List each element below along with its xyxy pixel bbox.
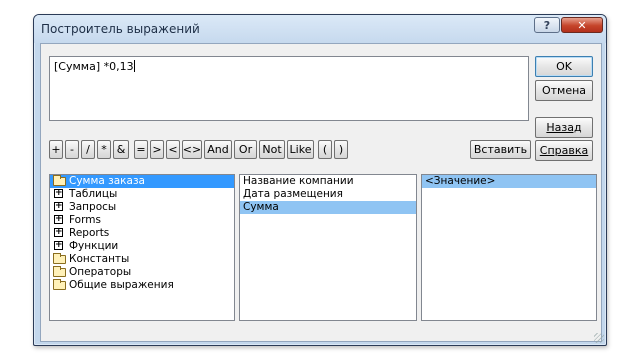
- expand-plus-icon[interactable]: +: [54, 241, 63, 250]
- expand-plus-icon[interactable]: +: [54, 189, 63, 198]
- operator-close-paren-button[interactable]: ): [334, 140, 348, 159]
- tree-item-reports[interactable]: + Reports: [50, 227, 234, 240]
- operator-multiply-button[interactable]: *: [97, 140, 111, 159]
- open-folder-icon: [53, 175, 66, 186]
- tree-item-tables[interactable]: + Таблицы: [50, 188, 234, 201]
- folder-icon: [53, 266, 66, 277]
- resize-grip[interactable]: [594, 333, 604, 343]
- expand-plus-icon[interactable]: +: [54, 215, 63, 224]
- operator-like-button[interactable]: Like: [287, 140, 314, 159]
- tree-item-label: Общие выражения: [69, 279, 174, 291]
- tree-item-label: Reports: [69, 227, 110, 239]
- ok-button[interactable]: OK: [535, 56, 593, 77]
- operator-divide-button[interactable]: /: [81, 140, 95, 159]
- fields-list[interactable]: Название компании Дата размещения Сумма: [239, 174, 417, 321]
- tree-item-label: Константы: [69, 253, 130, 265]
- paste-button[interactable]: Вставить: [470, 140, 531, 159]
- title-help-button[interactable]: ?: [534, 17, 560, 33]
- expression-builder-window: Построитель выражений ? ✕ [Сумма] *0,13 …: [33, 14, 607, 346]
- operator-minus-button[interactable]: -: [65, 140, 79, 159]
- folder-icon: [53, 253, 66, 264]
- list-item[interactable]: Сумма: [240, 201, 416, 214]
- list-item[interactable]: Дата размещения: [240, 188, 416, 201]
- tree-item-label: Сумма заказа: [69, 175, 145, 187]
- tree-item-label: Таблицы: [69, 188, 118, 200]
- tree-item-constants[interactable]: Константы: [50, 253, 234, 266]
- expand-plus-icon[interactable]: +: [54, 228, 63, 237]
- tree-item-queries[interactable]: + Запросы: [50, 201, 234, 214]
- operator-not-button[interactable]: Not: [259, 140, 285, 159]
- tree-item-common-expressions[interactable]: Общие выражения: [50, 279, 234, 292]
- expression-text: [Сумма] *0,13: [54, 60, 134, 73]
- cancel-button[interactable]: Отмена: [535, 80, 593, 101]
- tree-item-label: Функции: [69, 240, 119, 252]
- list-item[interactable]: Название компании: [240, 175, 416, 188]
- text-caret: [133, 60, 135, 72]
- values-list[interactable]: <Значение>: [421, 174, 597, 321]
- operator-and-button[interactable]: And: [204, 140, 232, 159]
- tree-item-label: Операторы: [69, 266, 132, 278]
- object-tree-list[interactable]: Сумма заказа + Таблицы + Запросы + Forms…: [49, 174, 235, 321]
- operator-plus-button[interactable]: +: [49, 140, 63, 159]
- dialog-client-area: [Сумма] *0,13 OK Отмена Назад Справка + …: [40, 43, 602, 342]
- back-button[interactable]: Назад: [535, 117, 593, 138]
- operator-open-paren-button[interactable]: (: [318, 140, 332, 159]
- expression-input[interactable]: [Сумма] *0,13: [49, 56, 529, 121]
- tree-item-label: Запросы: [69, 201, 117, 213]
- operator-equals-button[interactable]: =: [134, 140, 148, 159]
- operator-less-button[interactable]: <: [166, 140, 180, 159]
- tree-item-order-sum[interactable]: Сумма заказа: [50, 175, 234, 188]
- folder-icon: [53, 279, 66, 290]
- operator-not-equal-button[interactable]: <>: [182, 140, 202, 159]
- tree-item-functions[interactable]: + Функции: [50, 240, 234, 253]
- window-title: Построитель выражений: [41, 22, 200, 36]
- close-button[interactable]: ✕: [561, 17, 603, 33]
- tree-item-operators[interactable]: Операторы: [50, 266, 234, 279]
- operator-greater-button[interactable]: >: [150, 140, 164, 159]
- expand-plus-icon[interactable]: +: [54, 202, 63, 211]
- title-bar[interactable]: Построитель выражений ? ✕: [34, 15, 606, 43]
- tree-item-forms[interactable]: + Forms: [50, 214, 234, 227]
- operator-or-button[interactable]: Or: [234, 140, 257, 159]
- operator-concat-button[interactable]: &: [113, 140, 129, 159]
- tree-item-label: Forms: [69, 214, 101, 226]
- help-button[interactable]: Справка: [535, 140, 593, 161]
- list-item[interactable]: <Значение>: [422, 175, 596, 188]
